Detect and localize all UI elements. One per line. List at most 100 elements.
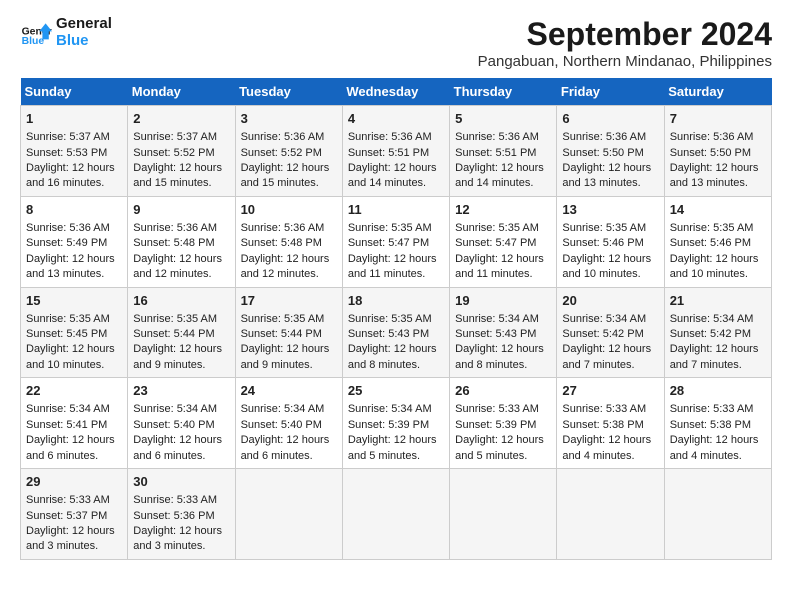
calendar-week-1: 1Sunrise: 5:37 AM Sunset: 5:53 PM Daylig… (21, 106, 772, 197)
weekday-header-sunday: Sunday (21, 78, 128, 106)
logo-general: General (56, 16, 112, 33)
header: General Blue General Blue September 2024… (20, 16, 772, 70)
day-info: Sunrise: 5:33 AM Sunset: 5:36 PM Dayligh… (133, 494, 222, 552)
calendar-week-3: 15 Sunrise: 5:35 AM Sunset: 5:45 PM Dayli… (21, 287, 772, 378)
day-number: 8 (26, 201, 122, 219)
day-number: 30 (133, 473, 229, 491)
calendar-day-29: 29Sunrise: 5:33 AM Sunset: 5:37 PM Dayli… (21, 469, 128, 560)
day-info: Sunrise: 5:34 AM Sunset: 5:42 PM Dayligh… (670, 313, 759, 371)
calendar-day-15: 15 Sunrise: 5:35 AM Sunset: 5:45 PM Dayli… (21, 287, 128, 378)
weekday-header-tuesday: Tuesday (235, 78, 342, 106)
day-number: 7 (670, 110, 766, 128)
calendar-day-16: 16 Sunrise: 5:35 AM Sunset: 5:44 PM Dayli… (128, 287, 235, 378)
day-number: 22 (26, 382, 122, 400)
day-info: Sunrise: 5:33 AM Sunset: 5:39 PM Dayligh… (455, 403, 544, 461)
day-info: Sunrise: 5:34 AM Sunset: 5:40 PM Dayligh… (133, 403, 222, 461)
day-number: 20 (562, 292, 658, 310)
calendar-table: SundayMondayTuesdayWednesdayThursdayFrid… (20, 78, 772, 560)
day-info: Sunrise: 5:35 AM Sunset: 5:43 PM Dayligh… (348, 313, 437, 371)
day-number: 26 (455, 382, 551, 400)
calendar-day-2: 2 Sunrise: 5:37 AM Sunset: 5:52 PM Daylig… (128, 106, 235, 197)
day-info: Sunrise: 5:35 AM Sunset: 5:44 PM Dayligh… (241, 313, 330, 371)
weekday-header-monday: Monday (128, 78, 235, 106)
logo-blue: Blue (56, 33, 112, 50)
day-info: Sunrise: 5:36 AM Sunset: 5:52 PM Dayligh… (241, 131, 330, 189)
day-info: Sunrise: 5:35 AM Sunset: 5:47 PM Dayligh… (348, 222, 437, 280)
calendar-week-4: 22Sunrise: 5:34 AM Sunset: 5:41 PM Dayli… (21, 378, 772, 469)
day-info: Sunrise: 5:36 AM Sunset: 5:48 PM Dayligh… (241, 222, 330, 280)
weekday-header-thursday: Thursday (450, 78, 557, 106)
day-number: 17 (241, 292, 337, 310)
logo: General Blue General Blue (20, 16, 112, 49)
day-info: Sunrise: 5:35 AM Sunset: 5:46 PM Dayligh… (670, 222, 759, 280)
calendar-day-5: 5 Sunrise: 5:36 AM Sunset: 5:51 PM Daylig… (450, 106, 557, 197)
calendar-day-8: 8 Sunrise: 5:36 AM Sunset: 5:49 PM Daylig… (21, 196, 128, 287)
calendar-day-1: 1Sunrise: 5:37 AM Sunset: 5:53 PM Daylig… (21, 106, 128, 197)
calendar-day-19: 19 Sunrise: 5:34 AM Sunset: 5:43 PM Dayli… (450, 287, 557, 378)
day-number: 18 (348, 292, 444, 310)
day-number: 12 (455, 201, 551, 219)
calendar-week-5: 29Sunrise: 5:33 AM Sunset: 5:37 PM Dayli… (21, 469, 772, 560)
calendar-day-14: 14 Sunrise: 5:35 AM Sunset: 5:46 PM Dayli… (664, 196, 771, 287)
day-info: Sunrise: 5:34 AM Sunset: 5:39 PM Dayligh… (348, 403, 437, 461)
day-number: 1 (26, 110, 122, 128)
calendar-day-20: 20Sunrise: 5:34 AM Sunset: 5:42 PM Dayli… (557, 287, 664, 378)
weekday-header-row: SundayMondayTuesdayWednesdayThursdayFrid… (21, 78, 772, 106)
calendar-day-10: 10 Sunrise: 5:36 AM Sunset: 5:48 PM Dayli… (235, 196, 342, 287)
day-info: Sunrise: 5:35 AM Sunset: 5:45 PM Dayligh… (26, 313, 115, 371)
calendar-week-2: 8 Sunrise: 5:36 AM Sunset: 5:49 PM Daylig… (21, 196, 772, 287)
day-number: 24 (241, 382, 337, 400)
day-info: Sunrise: 5:36 AM Sunset: 5:51 PM Dayligh… (455, 131, 544, 189)
day-info: Sunrise: 5:35 AM Sunset: 5:47 PM Dayligh… (455, 222, 544, 280)
day-number: 19 (455, 292, 551, 310)
calendar-day-25: 25Sunrise: 5:34 AM Sunset: 5:39 PM Dayli… (342, 378, 449, 469)
calendar-day-23: 23 Sunrise: 5:34 AM Sunset: 5:40 PM Dayli… (128, 378, 235, 469)
calendar-day-30: 30 Sunrise: 5:33 AM Sunset: 5:36 PM Dayli… (128, 469, 235, 560)
calendar-day-13: 13 Sunrise: 5:35 AM Sunset: 5:46 PM Dayli… (557, 196, 664, 287)
day-number: 11 (348, 201, 444, 219)
calendar-empty-cell (557, 469, 664, 560)
calendar-day-24: 24 Sunrise: 5:34 AM Sunset: 5:40 PM Dayli… (235, 378, 342, 469)
day-number: 15 (26, 292, 122, 310)
calendar-day-26: 26 Sunrise: 5:33 AM Sunset: 5:39 PM Dayli… (450, 378, 557, 469)
day-number: 6 (562, 110, 658, 128)
day-number: 28 (670, 382, 766, 400)
day-info: Sunrise: 5:36 AM Sunset: 5:50 PM Dayligh… (562, 131, 651, 189)
day-number: 2 (133, 110, 229, 128)
calendar-day-7: 7 Sunrise: 5:36 AM Sunset: 5:50 PM Daylig… (664, 106, 771, 197)
calendar-day-11: 11 Sunrise: 5:35 AM Sunset: 5:47 PM Dayli… (342, 196, 449, 287)
day-number: 4 (348, 110, 444, 128)
day-number: 13 (562, 201, 658, 219)
weekday-header-saturday: Saturday (664, 78, 771, 106)
day-number: 14 (670, 201, 766, 219)
day-number: 10 (241, 201, 337, 219)
day-number: 9 (133, 201, 229, 219)
day-number: 23 (133, 382, 229, 400)
calendar-day-3: 3 Sunrise: 5:36 AM Sunset: 5:52 PM Daylig… (235, 106, 342, 197)
svg-text:Blue: Blue (22, 36, 45, 47)
day-info: Sunrise: 5:36 AM Sunset: 5:51 PM Dayligh… (348, 131, 437, 189)
day-number: 16 (133, 292, 229, 310)
calendar-day-18: 18 Sunrise: 5:35 AM Sunset: 5:43 PM Dayli… (342, 287, 449, 378)
weekday-header-wednesday: Wednesday (342, 78, 449, 106)
calendar-day-12: 12 Sunrise: 5:35 AM Sunset: 5:47 PM Dayli… (450, 196, 557, 287)
calendar-day-4: 4 Sunrise: 5:36 AM Sunset: 5:51 PM Daylig… (342, 106, 449, 197)
day-info: Sunrise: 5:37 AM Sunset: 5:52 PM Dayligh… (133, 131, 222, 189)
day-number: 3 (241, 110, 337, 128)
calendar-day-6: 6 Sunrise: 5:36 AM Sunset: 5:50 PM Daylig… (557, 106, 664, 197)
day-number: 29 (26, 473, 122, 491)
day-info: Sunrise: 5:34 AM Sunset: 5:43 PM Dayligh… (455, 313, 544, 371)
location-subtitle: Pangabuan, Northern Mindanao, Philippine… (478, 53, 772, 70)
logo-icon: General Blue (20, 17, 52, 49)
day-info: Sunrise: 5:36 AM Sunset: 5:49 PM Dayligh… (26, 222, 115, 280)
day-info: Sunrise: 5:34 AM Sunset: 5:40 PM Dayligh… (241, 403, 330, 461)
calendar-day-21: 21Sunrise: 5:34 AM Sunset: 5:42 PM Dayli… (664, 287, 771, 378)
day-info: Sunrise: 5:35 AM Sunset: 5:44 PM Dayligh… (133, 313, 222, 371)
calendar-empty-cell (342, 469, 449, 560)
day-info: Sunrise: 5:33 AM Sunset: 5:38 PM Dayligh… (562, 403, 651, 461)
day-info: Sunrise: 5:35 AM Sunset: 5:46 PM Dayligh… (562, 222, 651, 280)
day-number: 5 (455, 110, 551, 128)
day-info: Sunrise: 5:36 AM Sunset: 5:50 PM Dayligh… (670, 131, 759, 189)
calendar-day-27: 27Sunrise: 5:33 AM Sunset: 5:38 PM Dayli… (557, 378, 664, 469)
calendar-day-28: 28Sunrise: 5:33 AM Sunset: 5:38 PM Dayli… (664, 378, 771, 469)
